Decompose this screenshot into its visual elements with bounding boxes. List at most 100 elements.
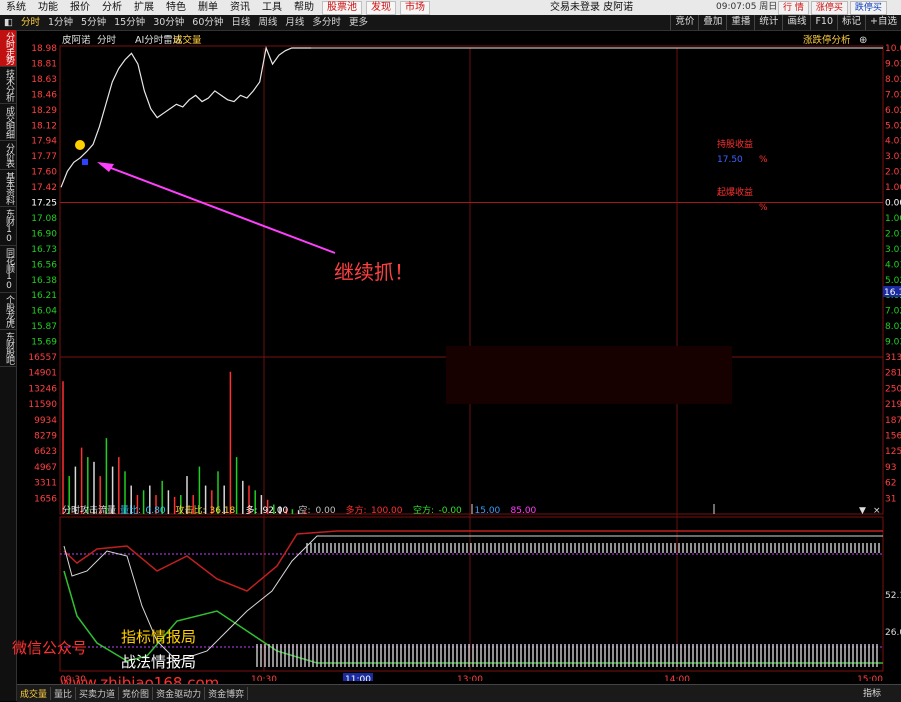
toolbar-item-2[interactable]: 5分钟 bbox=[77, 15, 110, 30]
indicator-button[interactable]: 指标 bbox=[863, 686, 881, 699]
cost-value: 17.50 bbox=[717, 155, 743, 165]
price-frame bbox=[59, 45, 884, 358]
indicator-value-0: 0.80 bbox=[146, 506, 166, 516]
price-label-5: 18.12 bbox=[31, 121, 57, 131]
close-icon[interactable]: × bbox=[873, 506, 881, 516]
bottom-tabs: 成交量 量比 买卖力道 竞价图 资金驱动力 资金博弈 bbox=[17, 684, 901, 702]
pct-label-8: 2.01 bbox=[885, 168, 901, 178]
indicator-label-2: 多: bbox=[246, 504, 258, 516]
rise-pct: % bbox=[759, 203, 768, 213]
toolbar-right-item-6[interactable]: 标记 bbox=[837, 15, 865, 30]
toolbar-right-item-2[interactable]: 重播 bbox=[726, 15, 754, 30]
arrow-head-icon bbox=[97, 162, 114, 172]
volume-label-3: 11590 bbox=[28, 400, 57, 410]
menu-item-4[interactable]: 扩展 bbox=[128, 0, 160, 15]
menu-item-9[interactable]: 帮助 bbox=[288, 0, 320, 15]
indicator-value-3: 0.00 bbox=[316, 506, 336, 516]
indicator-frame bbox=[59, 516, 884, 672]
pct-label-12: 2.01 bbox=[885, 229, 901, 239]
volume-right-label-7: 93 bbox=[885, 463, 896, 473]
pct-label-2: 8.03 bbox=[885, 75, 901, 85]
toolbar-right-item-1[interactable]: 叠加 bbox=[698, 15, 726, 30]
menu-item-2[interactable]: 报价 bbox=[64, 0, 96, 15]
price-label-10: 17.25 bbox=[31, 199, 57, 209]
menu-item-7[interactable]: 资讯 bbox=[224, 0, 256, 15]
toolbar-right-item-0[interactable]: 竞价 bbox=[670, 15, 698, 30]
toolbar-item-4[interactable]: 30分钟 bbox=[149, 15, 188, 30]
sidebar-item-7[interactable]: 个股龙虎 bbox=[0, 293, 16, 330]
time-label-4: 14:00 bbox=[664, 675, 690, 681]
bottom-tab-0[interactable]: 成交量 bbox=[17, 687, 52, 700]
price-label-15: 16.38 bbox=[31, 276, 57, 286]
sidebar-item-3[interactable]: 分价表 bbox=[0, 141, 16, 170]
indicator-value-4: 100.00 bbox=[371, 506, 403, 516]
window-button-0[interactable]: 行 情 bbox=[778, 1, 809, 15]
toolbar-item-7[interactable]: 周线 bbox=[254, 15, 281, 30]
price-label-2: 18.63 bbox=[31, 75, 57, 85]
indicator-label-0: 量比: bbox=[120, 504, 141, 516]
toolbar-item-0[interactable]: 分时 bbox=[17, 15, 44, 30]
time-label-3: 13:00 bbox=[457, 675, 483, 681]
volume-right-label-8: 62 bbox=[885, 479, 896, 489]
pct-label-17: 7.02 bbox=[885, 307, 901, 317]
toolbar-item-10[interactable]: 更多 bbox=[345, 15, 372, 30]
pct-label-9: 1.00 bbox=[885, 183, 901, 193]
toolbar-item-9[interactable]: 多分时 bbox=[308, 15, 345, 30]
volume-label-1: 14901 bbox=[28, 369, 57, 379]
toolbar-right-item-3[interactable]: 统计 bbox=[754, 15, 782, 30]
pct-label-0: 10.0 bbox=[885, 44, 901, 54]
toolbar-item-5[interactable]: 60分钟 bbox=[188, 15, 227, 30]
menu-highlight-0[interactable]: 股票池 bbox=[322, 0, 362, 15]
toolbar-item-1[interactable]: 1分钟 bbox=[44, 15, 77, 30]
pct-label-14: 4.01 bbox=[885, 260, 901, 270]
menu-item-5[interactable]: 特色 bbox=[160, 0, 192, 15]
sidebar-item-0[interactable]: 分时走势 bbox=[0, 30, 16, 67]
sidebar-item-8[interactable]: 东财股吧 bbox=[0, 330, 16, 367]
price-label-4: 18.29 bbox=[31, 106, 57, 116]
menu-item-6[interactable]: 删单 bbox=[192, 0, 224, 15]
toolbar-right-item-4[interactable]: 画线 bbox=[782, 15, 810, 30]
sidebar-item-2[interactable]: 成交明细 bbox=[0, 104, 16, 141]
sidebar-item-4[interactable]: 基本资料 bbox=[0, 170, 16, 207]
price-label-9: 17.42 bbox=[31, 183, 57, 193]
toolbar-right: 竞价 叠加 重播 统计 画线 F10 标记 +自选 bbox=[670, 15, 901, 30]
sidebar-item-6[interactable]: 同花顺10 bbox=[0, 246, 16, 293]
toggle-icon[interactable]: ◧ bbox=[0, 15, 17, 30]
menu-highlight-2[interactable]: 市场 bbox=[400, 0, 430, 15]
header-label-2: 成交量 bbox=[173, 34, 202, 46]
limit-analysis-label[interactable]: 涨跌停分析 bbox=[803, 34, 851, 46]
menu-item-0[interactable]: 系统 bbox=[0, 0, 32, 15]
indicator-axis-1: 26.0 bbox=[885, 628, 901, 638]
sidebar-item-5[interactable]: 东财10 bbox=[0, 207, 16, 246]
menu-item-8[interactable]: 工具 bbox=[256, 0, 288, 15]
indicator-axis-0: 52.1 bbox=[885, 591, 901, 601]
intraday-chart[interactable]: 皮阿诺分时AI分时雷达成交量涨跌停分析⊕18.9810.018.819.0318… bbox=[17, 31, 901, 681]
toolbar-right-item-7[interactable]: +自选 bbox=[865, 15, 901, 30]
price-label-19: 15.69 bbox=[31, 338, 57, 348]
window-button-2[interactable]: 跌停买 bbox=[849, 1, 887, 15]
bottom-tab-2[interactable]: 买卖力道 bbox=[76, 687, 120, 700]
price-line bbox=[60, 45, 311, 188]
price-label-1: 18.81 bbox=[31, 59, 57, 69]
settings-icon[interactable]: ⊕ bbox=[859, 35, 867, 46]
header-label-0: 分时 bbox=[97, 34, 117, 46]
menu-item-3[interactable]: 分析 bbox=[96, 0, 128, 15]
bottom-tab-5[interactable]: 资金博弈 bbox=[205, 687, 249, 700]
price-label-3: 18.46 bbox=[31, 90, 57, 100]
menu-highlight-1[interactable]: 发现 bbox=[366, 0, 396, 15]
bottom-tab-4[interactable]: 资金驱动力 bbox=[153, 687, 206, 700]
bottom-tab-1[interactable]: 量比 bbox=[51, 687, 77, 700]
menu-item-1[interactable]: 功能 bbox=[32, 0, 64, 15]
sidebar-item-1[interactable]: 技术分析 bbox=[0, 67, 16, 104]
toolbar-item-8[interactable]: 月线 bbox=[281, 15, 308, 30]
pct-label-6: 4.01 bbox=[885, 137, 901, 147]
indicator-value-6: 15.00 bbox=[475, 506, 501, 516]
dropdown-icon[interactable]: ▼ bbox=[859, 506, 866, 516]
toolbar-right-item-5[interactable]: F10 bbox=[810, 15, 837, 30]
toolbar-item-3[interactable]: 15分钟 bbox=[110, 15, 149, 30]
price-label-12: 16.90 bbox=[31, 229, 57, 239]
window-button-1[interactable]: 涨停买 bbox=[810, 1, 848, 15]
toolbar-item-6[interactable]: 日线 bbox=[227, 15, 254, 30]
pct-label-19: 9.03 bbox=[885, 338, 901, 348]
bottom-tab-3[interactable]: 竞价图 bbox=[119, 687, 154, 700]
